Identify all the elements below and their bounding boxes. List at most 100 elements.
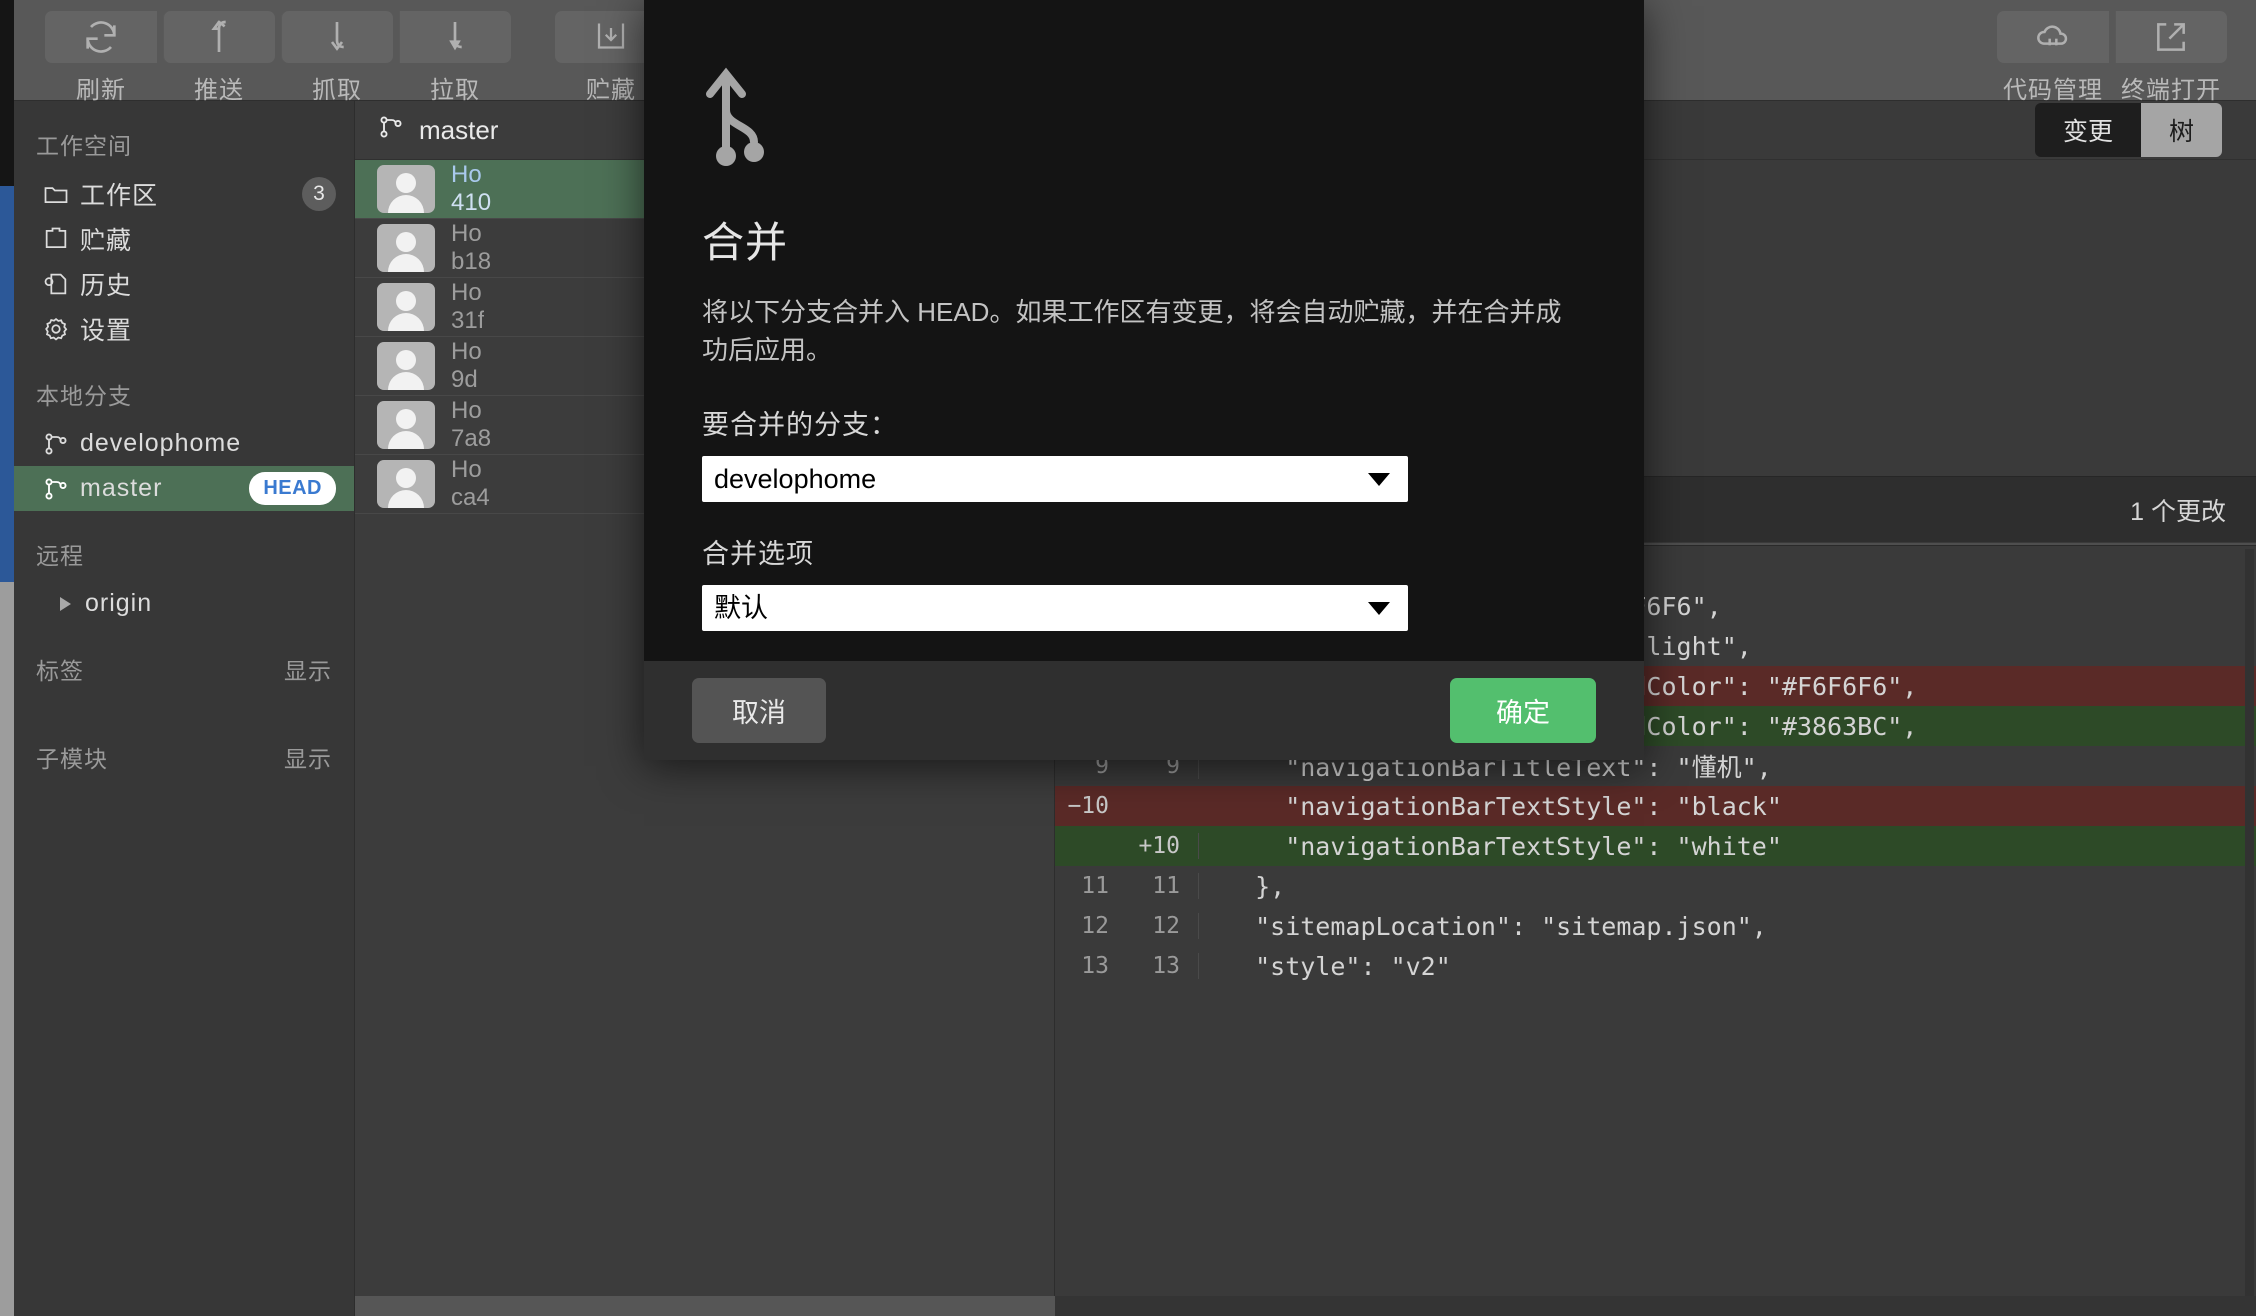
commit-author: Ho xyxy=(451,220,482,248)
diff-new-line-number: +10 xyxy=(1127,833,1199,859)
branch-icon xyxy=(377,113,405,148)
diff-new-line-number: 11 xyxy=(1127,873,1199,899)
commit-author: Ho xyxy=(451,456,482,484)
history-doc-icon xyxy=(42,270,80,298)
sidebar-remote-title: 远程 xyxy=(36,543,84,569)
avatar xyxy=(377,460,435,508)
folder-icon xyxy=(42,180,80,208)
stash-label: 贮藏 xyxy=(586,77,636,104)
diff-old-line-number: 13 xyxy=(1081,953,1109,979)
avatar xyxy=(377,401,435,449)
sidebar-remote-origin[interactable]: origin xyxy=(14,581,354,626)
avatar xyxy=(377,283,435,331)
toolbar-group-sync: 刷新 推送 抓取 拉取 xyxy=(42,0,514,105)
sidebar-branch-develophome[interactable]: develophome xyxy=(14,421,354,466)
commit-list-footer xyxy=(355,1296,1055,1316)
sidebar-branch-master[interactable]: master HEAD xyxy=(14,466,354,511)
background-sliver-grey xyxy=(0,582,14,1316)
commit-list-header-label: master xyxy=(419,114,499,145)
cloud-code-icon xyxy=(1997,11,2109,63)
main-window: 刷新 推送 抓取 拉取 贮藏 代码管理 终端打开 工作空间 工作区 3 贮藏 历… xyxy=(14,0,2256,1316)
sidebar-remote-origin-label: origin xyxy=(85,589,153,617)
terminal-open-button[interactable]: 终端打开 xyxy=(2112,11,2230,105)
sidebar-item-workspace-label: 工作区 xyxy=(80,181,159,210)
chevron-right-icon[interactable] xyxy=(60,596,71,611)
refresh-icon xyxy=(45,11,157,63)
merge-dialog-body: 合并 将以下分支合并入 HEAD。如果工作区有变更，将会自动贮藏，并在合并成功后… xyxy=(644,0,1644,661)
avatar xyxy=(377,224,435,272)
commit-author: Ho xyxy=(451,397,482,425)
background-window-sliver xyxy=(0,0,14,1316)
sidebar: 工作空间 工作区 3 贮藏 历史 设置 本地分支 develophome mas… xyxy=(14,101,355,1316)
commit-author: Ho xyxy=(451,338,482,366)
sidebar-item-history-label: 历史 xyxy=(80,271,133,300)
tab-tree[interactable]: 树 xyxy=(2140,103,2222,157)
diff-line: 13 13 "style": "v2" xyxy=(1055,946,2256,986)
merge-dialog-description: 将以下分支合并入 HEAD。如果工作区有变更，将会自动贮藏，并在合并成功后应用。 xyxy=(702,297,1562,365)
sidebar-item-stash[interactable]: 贮藏 xyxy=(14,216,354,261)
sidebar-branch-develophome-label: develophome xyxy=(80,429,242,457)
push-label: 推送 xyxy=(194,77,244,104)
sidebar-item-workspace[interactable]: 工作区 3 xyxy=(14,171,354,216)
diff-line: 12 12 "sitemapLocation": "sitemap.json", xyxy=(1055,906,2256,946)
sidebar-item-settings[interactable]: 设置 xyxy=(14,306,354,351)
confirm-button[interactable]: 确定 xyxy=(1450,678,1596,744)
refresh-label: 刷新 xyxy=(76,77,126,104)
diff-line-added: +10 "navigationBarTextStyle": "white" xyxy=(1055,826,2256,866)
sidebar-item-history[interactable]: 历史 xyxy=(14,261,354,306)
pull-button[interactable]: 拉取 xyxy=(396,11,514,105)
sidebar-branch-master-label: master xyxy=(80,474,163,502)
detail-footer xyxy=(1055,1296,2256,1316)
sidebar-local-branch-title: 本地分支 xyxy=(36,383,132,409)
sidebar-item-stash-label: 贮藏 xyxy=(80,226,133,255)
diff-new-line-number: 13 xyxy=(1127,953,1199,979)
sidebar-submodule-show-link[interactable]: 显示 xyxy=(284,740,332,774)
branch-icon xyxy=(42,430,80,458)
sidebar-workspace-title: 工作空间 xyxy=(36,133,132,159)
diff-code: }, xyxy=(1225,871,1286,901)
push-arrow-up-icon xyxy=(163,11,275,63)
fetch-arrow-down-icon xyxy=(281,11,393,63)
diff-code: "navigationBarTextStyle": "black" xyxy=(1225,791,1782,821)
merge-options-select-wrapper: 默认 xyxy=(702,585,1408,632)
app-root: 刷新 推送 抓取 拉取 贮藏 代码管理 终端打开 工作空间 工作区 3 贮藏 历… xyxy=(0,0,2256,1316)
diff-code: "sitemapLocation": "sitemap.json", xyxy=(1225,911,1767,941)
push-button[interactable]: 推送 xyxy=(160,11,278,105)
merge-dialog: 合并 将以下分支合并入 HEAD。如果工作区有变更，将会自动贮藏，并在合并成功后… xyxy=(644,0,1644,760)
cancel-button[interactable]: 取消 xyxy=(692,678,826,744)
code-management-label: 代码管理 xyxy=(2003,77,2103,104)
tab-changes[interactable]: 变更 xyxy=(2034,103,2141,157)
diff-vertical-scrollbar[interactable] xyxy=(2245,549,2254,1316)
fetch-button[interactable]: 抓取 xyxy=(278,11,396,105)
diff-new-line-number: 12 xyxy=(1127,913,1199,939)
merge-options-select[interactable]: 默认 xyxy=(702,585,1408,632)
merge-dialog-footer: 取消 确定 xyxy=(644,661,1644,760)
terminal-open-label: 终端打开 xyxy=(2121,77,2221,104)
fetch-label: 抓取 xyxy=(312,77,362,104)
commit-hash: b18 xyxy=(451,248,492,275)
diff-code: "style": "v2" xyxy=(1225,951,1451,981)
commit-author: Ho xyxy=(451,161,482,189)
merge-branch-select-wrapper: develophome xyxy=(702,456,1408,503)
commit-hash: 31f xyxy=(451,307,485,334)
branch-icon xyxy=(42,475,80,503)
commit-hash: 9d xyxy=(451,366,478,393)
merge-branch-icon xyxy=(702,58,1586,175)
stash-box-icon xyxy=(42,225,80,253)
merge-branch-select[interactable]: develophome xyxy=(702,456,1408,503)
diff-line: 11 11 }, xyxy=(1055,866,2256,906)
gear-icon xyxy=(42,315,80,343)
commit-author: Ho xyxy=(451,279,482,307)
sidebar-submodule-section: 子模块 显示 xyxy=(14,696,354,784)
commit-hash: 7a8 xyxy=(451,425,492,452)
sidebar-tags-show-link[interactable]: 显示 xyxy=(284,652,332,686)
refresh-button[interactable]: 刷新 xyxy=(42,11,160,105)
diff-old-line-number: 11 xyxy=(1081,873,1109,899)
changes-count-label: 1 个更改 xyxy=(2130,497,2226,526)
sidebar-submodule-title: 子模块 xyxy=(36,746,108,772)
merge-dialog-title: 合并 xyxy=(702,219,789,266)
background-sliver-blue xyxy=(0,186,14,582)
code-management-button[interactable]: 代码管理 xyxy=(1994,11,2112,105)
diff-code: "navigationBarTextStyle": "white" xyxy=(1225,831,1782,861)
avatar xyxy=(377,342,435,390)
